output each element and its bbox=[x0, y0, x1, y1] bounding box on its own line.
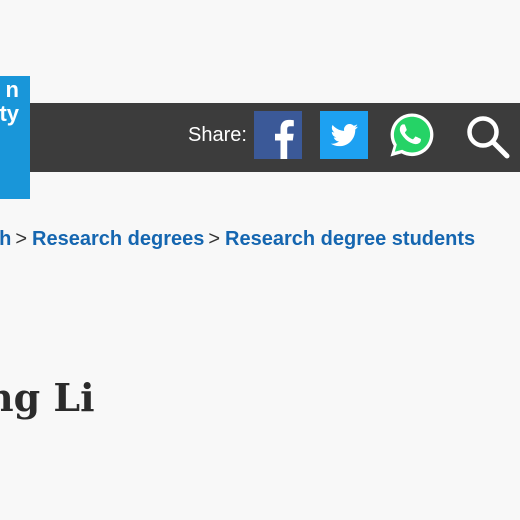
breadcrumb-item-research-degree-students[interactable]: Research degree students bbox=[225, 228, 475, 250]
whatsapp-icon bbox=[390, 113, 434, 157]
breadcrumb: ch>Research degrees>Research degree stud… bbox=[0, 225, 475, 253]
twitter-share-button[interactable] bbox=[320, 111, 368, 159]
page-title: ng Li bbox=[0, 375, 95, 420]
twitter-icon bbox=[320, 111, 368, 159]
whatsapp-share-button[interactable] bbox=[387, 110, 437, 160]
breadcrumb-item-research-degrees[interactable]: Research degrees bbox=[32, 228, 204, 250]
logo-line-1: n bbox=[5, 77, 19, 102]
breadcrumb-item-research[interactable]: ch bbox=[0, 228, 11, 250]
search-button[interactable] bbox=[464, 113, 512, 161]
breadcrumb-separator: > bbox=[208, 228, 221, 250]
page: n ty Share: ch>Research degrees>Research… bbox=[0, 0, 520, 520]
facebook-icon bbox=[254, 111, 302, 159]
university-logo[interactable]: n ty bbox=[0, 76, 30, 199]
facebook-share-button[interactable] bbox=[254, 111, 302, 159]
logo-line-2: ty bbox=[0, 101, 19, 126]
logo-text: n ty bbox=[0, 78, 19, 126]
share-label: Share: bbox=[188, 124, 247, 146]
search-icon bbox=[467, 116, 510, 159]
breadcrumb-separator: > bbox=[15, 228, 28, 250]
